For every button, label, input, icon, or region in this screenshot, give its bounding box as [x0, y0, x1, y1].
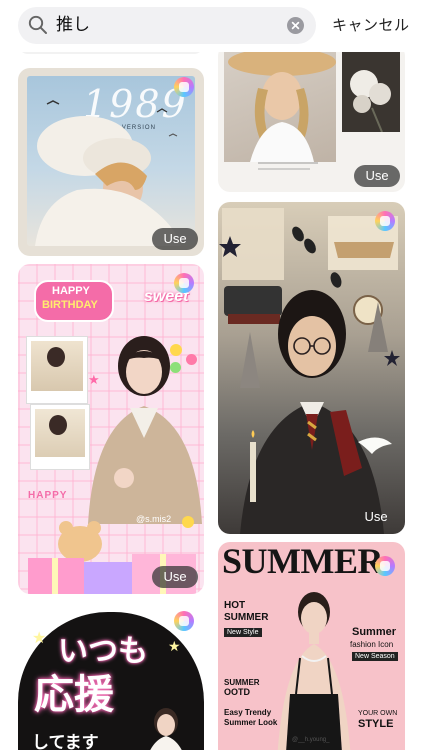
summer-ootd-text-2: OOTD [224, 687, 250, 697]
summer-fashion-text: Summer [352, 626, 397, 638]
birthday-text-1: HAPPY [52, 285, 90, 297]
template-feed[interactable]: 1989 TAYLOR'S VERSION Use [0, 52, 422, 750]
template-card-summer[interactable]: SUMMER HOT SUMMER New Style Summer fashi… [218, 542, 405, 750]
new-style-label: New Style [224, 628, 262, 637]
cancel-button[interactable]: キャンセル [332, 14, 410, 35]
new-season-label: New Season [352, 652, 398, 661]
emoji-sticker [186, 354, 197, 365]
magazine-title: SUMMER [222, 542, 384, 581]
easy-trendy-text-2: Summer Look [224, 718, 278, 727]
handle-text: @s.mis2 [136, 514, 172, 524]
handle-text: @__h.young_ [292, 737, 330, 743]
template-card-wizard[interactable]: Use [218, 202, 405, 534]
search-input[interactable]: 推し [56, 7, 286, 44]
star-sticker: ★ [32, 630, 47, 647]
template-badge-icon [375, 211, 395, 231]
birthday-portrait [88, 336, 202, 524]
search-bar[interactable]: 推し [18, 7, 316, 44]
fan-sign-text-3: してます [32, 733, 99, 750]
your-own-text: YOUR OWN [358, 710, 398, 717]
magazine-portrait [277, 592, 351, 750]
use-button[interactable]: Use [152, 228, 198, 250]
star-sticker: ★ [168, 638, 181, 654]
template-card-fan-sign[interactable]: いつも 応援 してます ★ ★ [18, 602, 204, 750]
search-icon [28, 15, 47, 34]
hot-summer-text: HOT SUMMER [224, 600, 269, 623]
summer-ootd-text-1: SUMMER [224, 678, 260, 687]
template-badge-icon [174, 273, 194, 293]
polaroid-photo-1 [26, 336, 88, 404]
album-photo: 1989 TAYLOR'S VERSION [27, 76, 195, 246]
template-badge-icon [375, 556, 395, 576]
album-illustration [35, 100, 181, 246]
portrait-photo [224, 52, 336, 162]
birthday-text-2: BIRTHDAY [42, 299, 98, 311]
wizard-collage [219, 208, 400, 534]
template-card-1989[interactable]: 1989 TAYLOR'S VERSION Use [18, 68, 204, 256]
use-button[interactable]: Use [152, 566, 198, 588]
fan-sign-text-2: 応援 [34, 672, 114, 718]
happy-text: HAPPY [28, 490, 68, 501]
template-card-hat-portrait[interactable]: Use [218, 52, 405, 192]
fan-sign-portrait [150, 708, 182, 750]
use-button[interactable]: Use [354, 165, 400, 187]
template-card-partial[interactable] [18, 52, 204, 54]
caption-lines [258, 168, 310, 170]
flower-photo [342, 52, 400, 133]
emoji-sticker [170, 362, 181, 373]
template-badge-icon [174, 611, 194, 631]
emoji-sticker [170, 344, 182, 356]
style-text: STYLE [358, 718, 394, 730]
polaroid-photo-2 [30, 404, 90, 470]
clear-search-icon[interactable] [287, 17, 304, 34]
template-badge-icon [174, 77, 194, 97]
star-sticker: ★ [88, 372, 100, 387]
caption-lines [258, 162, 318, 164]
use-button[interactable]: Use [353, 506, 399, 528]
fashion-icon-text: fashion Icon [350, 640, 394, 649]
template-card-birthday[interactable]: HAPPY BIRTHDAY sweet ★ HAPPY @s.mis2 Use [18, 264, 204, 594]
easy-trendy-text-1: Easy Trendy [224, 708, 272, 717]
